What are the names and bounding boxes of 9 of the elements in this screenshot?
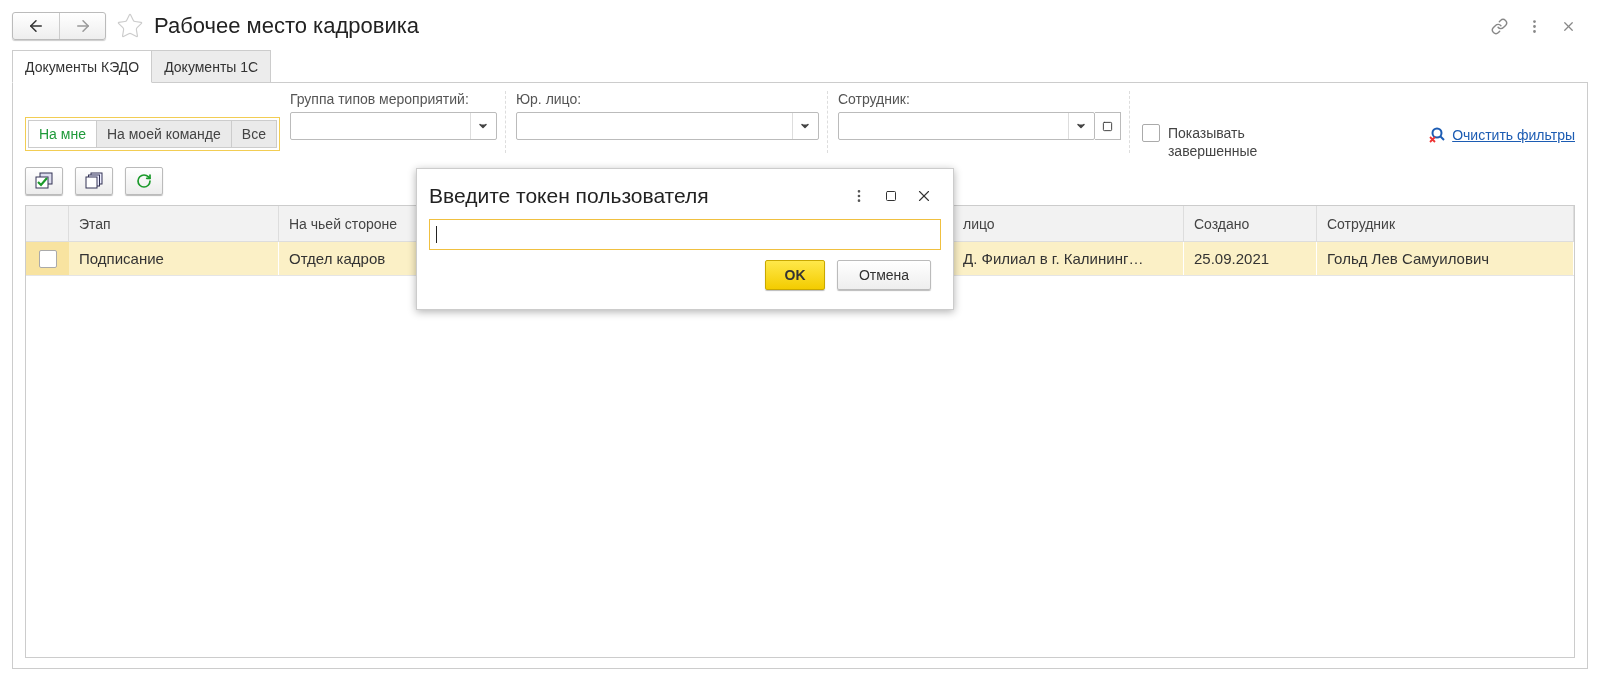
filter-label: Сотрудник: [837, 91, 911, 107]
table-cell: 25.09.2021 [1184, 242, 1317, 275]
filter-label: Юр. лицо: [515, 91, 583, 107]
checkbox-label: Показывать завершенные [1167, 124, 1259, 160]
table-cell: Подписание [69, 242, 279, 275]
filter-label: Группа типов мероприятий: [289, 91, 470, 107]
dialog-title: Введите токен пользователя [429, 184, 709, 208]
window-title: Рабочее место кадровика [154, 13, 420, 39]
table-cell: Гольд Лев Самуилович [1317, 242, 1574, 275]
